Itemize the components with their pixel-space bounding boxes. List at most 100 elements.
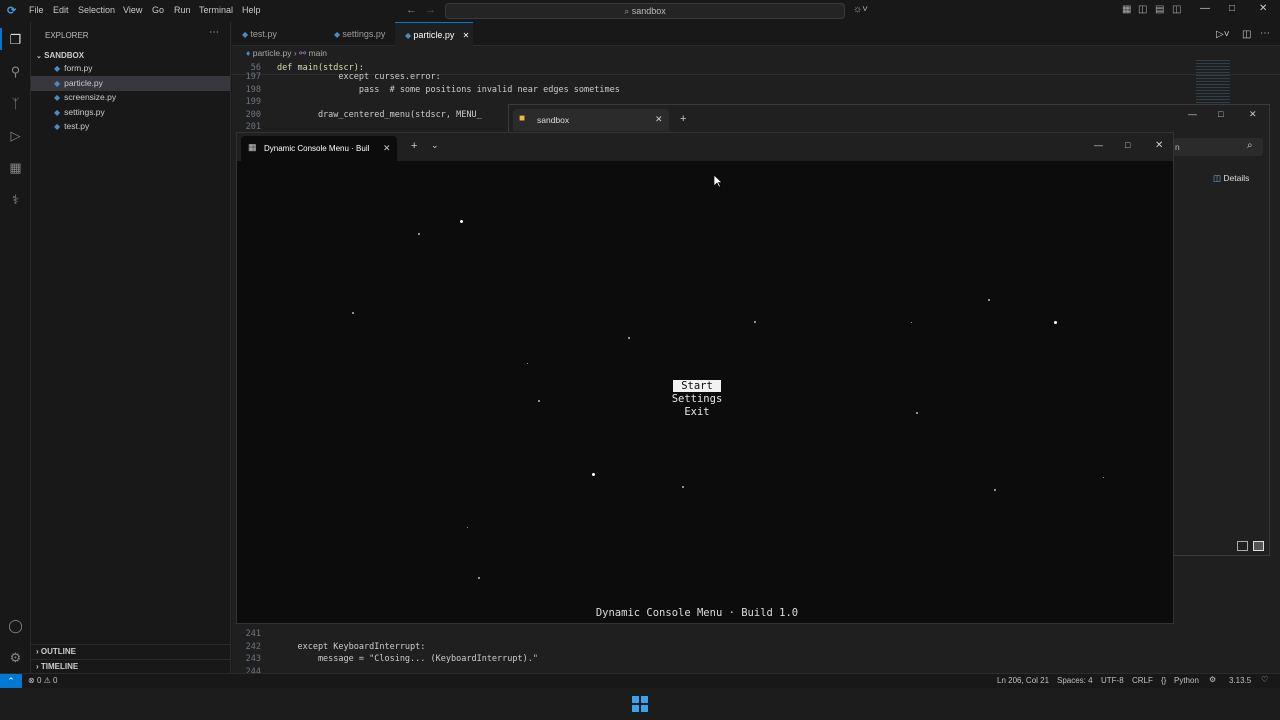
python-version[interactable]: 3.13.5	[1229, 676, 1251, 685]
python-file-icon: ◆	[54, 64, 61, 73]
explorer-close-icon[interactable]: ✕	[1249, 109, 1257, 120]
explorer-sidebar: EXPLORER ⋯ ⌄ SANDBOX ◆ form.py ◆ particle.p…	[31, 22, 231, 673]
file-item[interactable]: ◆ test.py	[31, 119, 230, 134]
code-line[interactable]: draw_centered_menu(stdscr, MENU_	[277, 110, 482, 120]
file-name: test.py	[64, 121, 90, 132]
code-line[interactable]: pass # some positions invalid near edges…	[277, 85, 620, 95]
line-number: 200	[245, 109, 261, 120]
file-item[interactable]: ◆ particle.py	[31, 75, 230, 91]
minimize-icon[interactable]: —	[1200, 3, 1210, 14]
editor-tabs: ◆ test.py ◆ settings.py ◆ particle.py ✕	[232, 22, 1280, 46]
console-menu-item-start[interactable]: Start	[673, 380, 721, 392]
run-debug-icon[interactable]: ▷	[7, 127, 24, 144]
line-ending[interactable]: CRLF	[1132, 676, 1153, 685]
copilot-icon[interactable]: ☼˅	[853, 4, 868, 15]
code-line[interactable]: message = "Closing... (KeyboardInterrupt…	[277, 654, 538, 664]
console-footer: Dynamic Console Menu · Build 1.0	[595, 607, 799, 619]
folder-icon: ■	[519, 113, 526, 124]
console-menu-item-settings[interactable]: Settings	[657, 393, 737, 405]
tab-close-icon[interactable]: ✕	[460, 31, 470, 40]
new-tab-icon[interactable]: +	[680, 113, 686, 125]
menu-view[interactable]: View	[123, 5, 142, 15]
encoding[interactable]: UTF-8	[1101, 676, 1124, 685]
extensions-icon[interactable]: ▦	[7, 159, 24, 176]
symbol-method-icon: ⚯	[299, 48, 307, 58]
forward-arrow-icon[interactable]: →	[425, 4, 436, 16]
explorer-minimize-icon[interactable]: —	[1188, 109, 1197, 119]
maximize-icon[interactable]: □	[1229, 3, 1235, 14]
explorer-tab[interactable]: ■ sandbox ✕	[513, 109, 669, 131]
split-editor-icon[interactable]: ◫	[1242, 29, 1251, 40]
menu-go[interactable]: Go	[152, 5, 164, 15]
breadcrumb-symbol[interactable]: main	[309, 48, 327, 58]
tab-settings[interactable]: ◆ settings.py	[324, 22, 395, 46]
account-icon[interactable]: ◯	[7, 617, 24, 634]
error-count: 0	[36, 676, 42, 685]
close-icon[interactable]: ✕	[1259, 3, 1267, 14]
problems-indicator[interactable]: ⊗ 0 ⚠ 0	[28, 676, 57, 685]
file-item[interactable]: ◆ settings.py	[31, 105, 230, 120]
mouse-cursor-icon	[714, 175, 723, 188]
source-control-icon[interactable]: ᛉ	[7, 95, 24, 112]
menu-run[interactable]: Run	[174, 5, 191, 15]
status-bar: ⌃ ⊗ 0 ⚠ 0 Ln 206, Col 21 Spaces: 4 UTF-8…	[0, 673, 1280, 688]
tab-label: settings.py	[342, 29, 386, 39]
star-particle	[418, 233, 420, 235]
console-menu-item-exit[interactable]: Exit	[657, 406, 737, 418]
search-icon[interactable]: ⚲	[7, 63, 24, 80]
explorer-search-box[interactable]: n ⌕	[1173, 138, 1263, 156]
file-item[interactable]: ◆ form.py	[31, 61, 230, 76]
menu-terminal[interactable]: Terminal	[199, 5, 233, 15]
star-particle	[754, 321, 756, 323]
taskbar	[0, 688, 1280, 720]
remote-indicator[interactable]: ⌃	[0, 674, 22, 688]
details-button[interactable]: ◫ Details	[1213, 173, 1249, 184]
python-file-icon: ♦	[246, 48, 251, 58]
star-particle	[459, 219, 463, 223]
menu-help[interactable]: Help	[242, 5, 261, 15]
code-line[interactable]: except curses.error:	[277, 72, 440, 82]
menu-edit[interactable]: Edit	[53, 5, 69, 15]
explorer-maximize-icon[interactable]: □	[1218, 109, 1223, 119]
settings-gear-icon[interactable]: ⚙	[7, 649, 24, 666]
toggle-panel-icon[interactable]: ▤	[1155, 4, 1164, 15]
toggle-secondary-sidebar-icon[interactable]: ◫	[1172, 4, 1181, 15]
layout-icon[interactable]: ▦	[1122, 4, 1131, 15]
more-actions-icon[interactable]: ⋯	[209, 27, 219, 38]
windows-start-icon[interactable]	[632, 696, 648, 712]
back-arrow-icon[interactable]: ←	[406, 4, 417, 16]
run-icon[interactable]: ▷˅	[1216, 29, 1230, 40]
menu-selection[interactable]: Selection	[78, 5, 115, 15]
file-item[interactable]: ◆ screensize.py	[31, 90, 230, 105]
notifications-bell-icon[interactable]: ♡	[1261, 675, 1268, 684]
details-view-icon[interactable]	[1237, 541, 1248, 551]
files-icon[interactable]: ❐	[7, 31, 24, 48]
code-line[interactable]: except KeyboardInterrupt:	[277, 642, 425, 652]
tab-test[interactable]: ◆ test.py	[232, 22, 324, 46]
toggle-sidebar-icon[interactable]: ◫	[1138, 4, 1147, 15]
cursor-position[interactable]: Ln 206, Col 21	[997, 676, 1049, 685]
star-particle	[478, 577, 480, 579]
language-mode[interactable]: Python	[1174, 676, 1199, 685]
more-icon[interactable]: ⋯	[1260, 28, 1270, 39]
star-particle	[628, 337, 630, 339]
line-number: 201	[245, 122, 261, 132]
testing-icon[interactable]: ⚕	[7, 191, 24, 208]
chevron-right-icon: ›	[36, 662, 39, 671]
line-number: 199	[245, 97, 261, 107]
python-file-icon: ◆	[54, 78, 61, 88]
outline-section[interactable]: › OUTLINE	[31, 644, 230, 658]
menu-file[interactable]: File	[29, 5, 44, 15]
star-particle	[1102, 476, 1104, 478]
indentation[interactable]: Spaces: 4	[1057, 676, 1093, 685]
timeline-section[interactable]: › TIMELINE	[31, 659, 230, 673]
tab-particle[interactable]: ◆ particle.py ✕	[395, 22, 473, 46]
titlebar: ⟳ File Edit Selection View Go Run Terminal Help…	[0, 0, 1280, 22]
outline-label: OUTLINE	[40, 647, 77, 656]
command-center[interactable]: ⌕ sandbox	[445, 3, 845, 19]
tiles-view-icon[interactable]	[1253, 541, 1264, 551]
python-file-icon: ◆	[54, 93, 61, 103]
tab-close-icon[interactable]: ✕	[655, 114, 663, 125]
details-pane-icon: ◫	[1213, 173, 1222, 183]
breadcrumb-file[interactable]: particle.py	[253, 48, 292, 58]
